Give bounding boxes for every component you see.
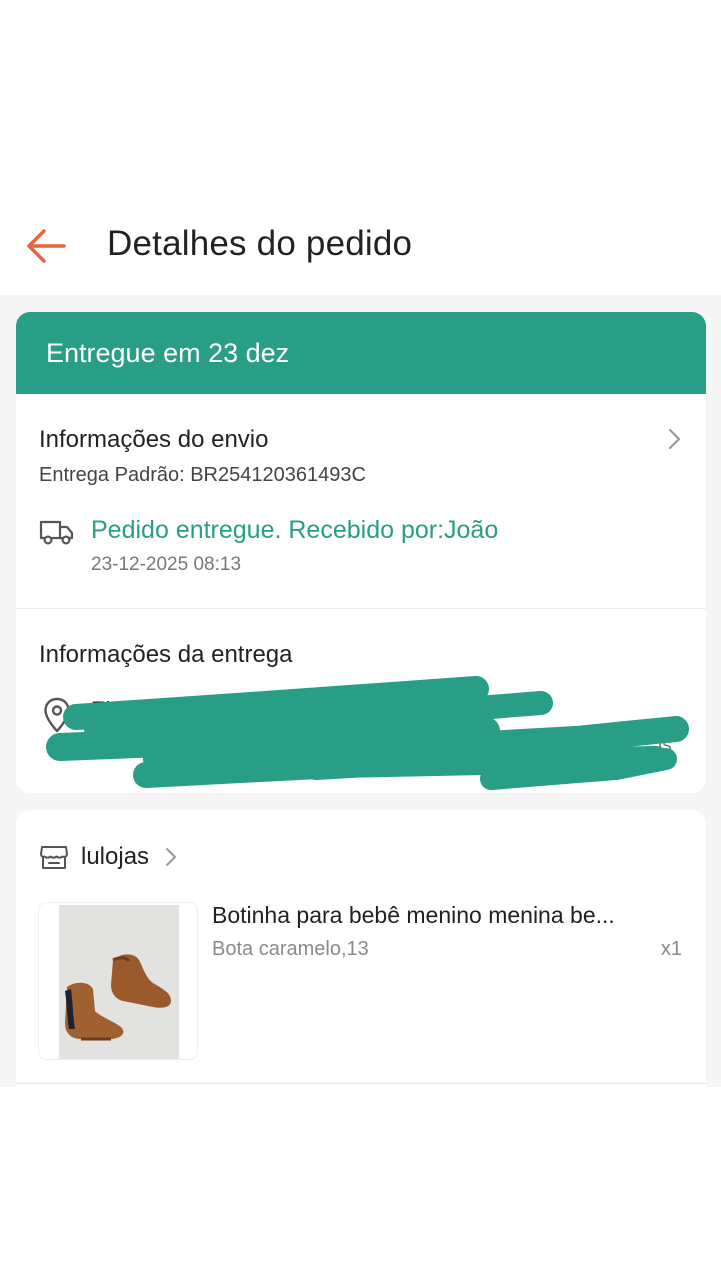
chevron-right-icon [668,428,681,450]
redaction-scribble [46,676,689,790]
page-title: Detalhes do pedido [107,224,413,263]
product-variant: Bota caramelo,13 [212,938,369,960]
back-button[interactable] [22,222,70,270]
delivery-info-section: Informações da entrega El is [16,609,706,793]
store-name: lulojas [81,843,150,870]
shipping-info-section[interactable]: Informações do envio Entrega Padrão: BR2… [16,394,706,608]
order-status-card: Entregue em 23 dez Informações do envio … [16,312,706,793]
baby-boots-image [59,905,179,1059]
delivery-status: Pedido entregue. Recebido por:João [91,516,499,544]
store-link[interactable]: lulojas [39,840,179,874]
product-name[interactable]: Botinha para bebê menino menina be... [212,902,682,929]
order-details-screen: Detalhes do pedido Entregue em 23 dez In… [0,0,721,1280]
store-icon [40,846,68,869]
chevron-right-icon [166,848,177,866]
status-banner-text: Entregue em 23 dez [46,338,290,368]
product-image[interactable] [38,902,198,1060]
truck-icon [39,520,74,545]
product-photo [59,905,179,1059]
product-quantity: x1 [660,938,682,960]
top-bar: Detalhes do pedido [0,200,721,295]
card-bottom-divider [16,1083,706,1084]
status-banner: Entregue em 23 dez [16,312,706,394]
tracking-number: Entrega Padrão: BR254120361493C [39,464,366,486]
arrow-left-icon [27,229,66,263]
store-product-card: lulojas Botinha para bebê menino menina … [16,810,706,1087]
shipping-info-title: Informações do envio [39,426,269,453]
delivery-timestamp: 23-12-2025 08:13 [91,554,242,575]
